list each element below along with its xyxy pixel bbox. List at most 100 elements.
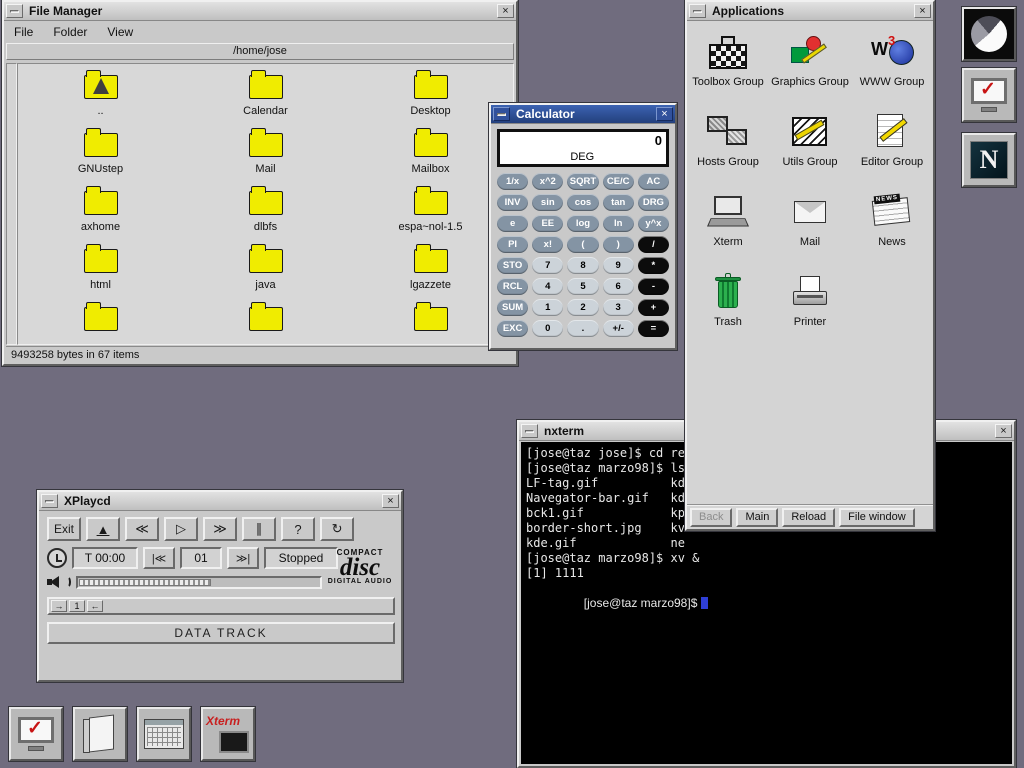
folder-item[interactable]: dlbfs [183, 180, 348, 238]
calc-button[interactable]: - [638, 278, 669, 295]
calc-button[interactable]: = [638, 320, 669, 337]
calc-button[interactable]: x! [532, 236, 563, 253]
volume-slider[interactable] [76, 576, 322, 589]
calc-button[interactable]: SUM [497, 299, 528, 316]
volume-slider-handle[interactable] [79, 579, 211, 586]
close-icon[interactable]: × [497, 4, 514, 18]
calc-button[interactable]: 9 [603, 257, 634, 274]
xterm-launcher-tile[interactable]: Xterm [201, 707, 255, 761]
rewind-button[interactable]: ≪ [125, 517, 159, 541]
folder-item[interactable]: java [183, 238, 348, 296]
track-strip-button[interactable]: 1 [69, 600, 85, 612]
calc-button[interactable]: sin [532, 194, 563, 211]
calc-button[interactable]: e [497, 215, 528, 232]
track-strip-button[interactable]: → [51, 600, 67, 612]
book-launcher-tile[interactable] [73, 707, 127, 761]
charmap-launcher-tile[interactable] [137, 707, 191, 761]
calc-button[interactable]: RCL [497, 278, 528, 295]
calc-button[interactable]: * [638, 257, 669, 274]
app-item[interactable]: Hosts Group [687, 107, 769, 187]
calc-button[interactable]: 6 [603, 278, 634, 295]
calc-button[interactable]: PI [497, 236, 528, 253]
calc-button[interactable]: 1/x [497, 173, 528, 190]
calc-button[interactable]: 4 [532, 278, 563, 295]
fast-forward-button[interactable]: ≫ [203, 517, 237, 541]
calc-button[interactable]: ) [603, 236, 634, 253]
close-icon[interactable]: × [656, 107, 673, 121]
intro-scan-button[interactable]: ? [281, 517, 315, 541]
calc-button[interactable]: 1 [532, 299, 563, 316]
calc-button[interactable]: +/- [603, 320, 634, 337]
file-window-button[interactable]: File window [839, 508, 914, 527]
back-button[interactable]: Back [690, 508, 732, 527]
folder-item[interactable]: html [18, 238, 183, 296]
app-item[interactable]: Printer [769, 267, 851, 347]
next-track-button[interactable]: ≫| [227, 547, 259, 569]
calc-button[interactable]: EE [532, 215, 563, 232]
close-icon[interactable]: × [995, 424, 1012, 438]
calc-button[interactable]: AC [638, 173, 669, 190]
file-manager-titlebar[interactable]: File Manager × [4, 2, 516, 21]
calc-button[interactable]: 0 [532, 320, 563, 337]
terminal-launcher-tile-2[interactable]: ✓ [9, 707, 63, 761]
window-menu-button[interactable] [41, 494, 58, 508]
windowmaker-dock-tile[interactable] [962, 7, 1016, 61]
calc-button[interactable]: 2 [567, 299, 598, 316]
menu-item[interactable]: File [14, 25, 33, 39]
app-item[interactable]: Graphics Group [769, 27, 851, 107]
app-item[interactable]: Trash [687, 267, 769, 347]
calc-button[interactable]: 7 [532, 257, 563, 274]
window-menu-button[interactable] [493, 107, 510, 121]
calc-button[interactable]: ln [603, 215, 634, 232]
folder-item[interactable] [18, 296, 183, 345]
menu-item[interactable]: Folder [53, 25, 87, 39]
calc-button[interactable]: EXC [497, 320, 528, 337]
applications-titlebar[interactable]: Applications × [687, 2, 933, 21]
app-item[interactable]: Editor Group [851, 107, 933, 187]
data-track-button[interactable]: DATA TRACK [47, 622, 395, 644]
exit-button[interactable]: Exit [47, 517, 81, 541]
prev-track-button[interactable]: |≪ [143, 547, 175, 569]
calc-button[interactable]: . [567, 320, 598, 337]
calc-button[interactable]: y^x [638, 215, 669, 232]
folder-item[interactable]: .. [18, 64, 183, 122]
calc-button[interactable]: 3 [603, 299, 634, 316]
pause-button[interactable]: ∥ [242, 517, 276, 541]
calc-button[interactable]: + [638, 299, 669, 316]
menu-item[interactable]: View [107, 25, 133, 39]
folder-item[interactable]: axhome [18, 180, 183, 238]
calc-button[interactable]: tan [603, 194, 634, 211]
window-menu-button[interactable] [521, 424, 538, 438]
play-button[interactable]: ▷ [164, 517, 198, 541]
folder-item[interactable]: Mail [183, 122, 348, 180]
folder-item[interactable]: Calendar [183, 64, 348, 122]
folder-item[interactable]: GNUstep [18, 122, 183, 180]
folder-item[interactable] [183, 296, 348, 345]
app-item[interactable]: Toolbox Group [687, 27, 769, 107]
window-menu-button[interactable] [689, 4, 706, 18]
calc-button[interactable]: SQRT [567, 173, 598, 190]
calc-button[interactable]: ( [567, 236, 598, 253]
calc-button[interactable]: cos [567, 194, 598, 211]
track-strip-button[interactable]: ← [87, 600, 103, 612]
app-item[interactable]: NEWS News [851, 187, 933, 267]
calculator-titlebar[interactable]: Calculator × [491, 105, 675, 124]
calc-button[interactable]: DRG [638, 194, 669, 211]
calc-button[interactable]: CE/C [603, 173, 634, 190]
xplaycd-titlebar[interactable]: XPlaycd × [39, 492, 401, 511]
vertical-scrollbar[interactable] [6, 63, 17, 345]
calc-button[interactable]: STO [497, 257, 528, 274]
calc-button[interactable]: 5 [567, 278, 598, 295]
reload-button[interactable]: Reload [782, 508, 835, 527]
window-menu-button[interactable] [6, 4, 23, 18]
calc-button[interactable]: log [567, 215, 598, 232]
eject-button[interactable]: ▲ [86, 517, 120, 541]
close-icon[interactable]: × [382, 494, 399, 508]
calc-button[interactable]: INV [497, 194, 528, 211]
netscape-launcher-tile[interactable]: N [962, 133, 1016, 187]
app-item[interactable]: Xterm [687, 187, 769, 267]
app-item[interactable]: W 3 WWW Group [851, 27, 933, 107]
app-item[interactable]: Utils Group [769, 107, 851, 187]
app-item[interactable]: Mail [769, 187, 851, 267]
close-icon[interactable]: × [914, 4, 931, 18]
